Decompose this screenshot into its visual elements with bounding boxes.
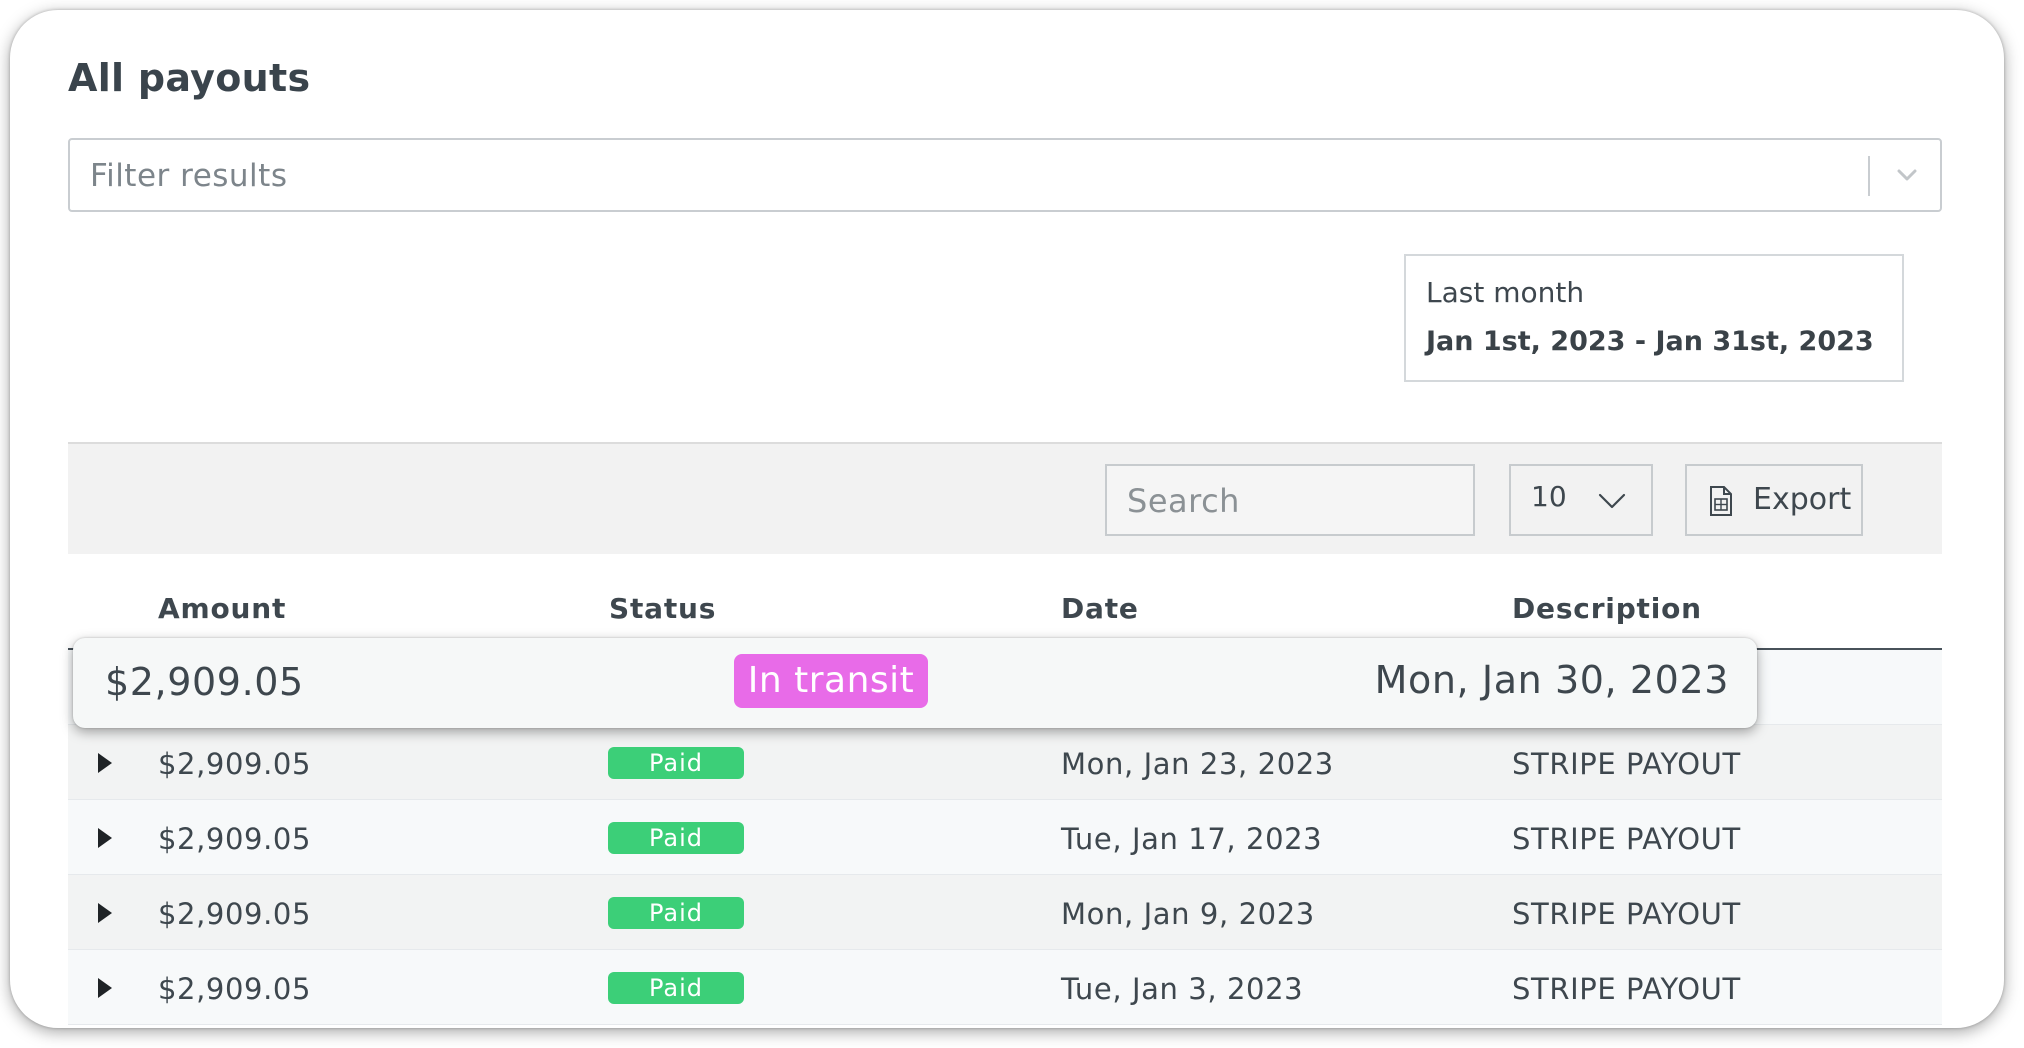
row-date: Tue, Jan 3, 2023 (1061, 972, 1304, 1006)
filter-select[interactable]: Filter results (68, 138, 1942, 212)
row-date: Mon, Jan 9, 2023 (1061, 897, 1315, 931)
status-badge: Paid (608, 897, 744, 929)
caret-right-icon[interactable] (98, 753, 112, 773)
row-amount: $2,909.05 (158, 972, 311, 1006)
export-label: Export (1753, 482, 1852, 517)
spreadsheet-icon (1710, 486, 1732, 516)
column-header-date[interactable]: Date (1061, 592, 1139, 625)
date-range-label: Last month (1426, 276, 1585, 309)
page-size-select[interactable]: 10 (1509, 464, 1653, 536)
status-badge-in-transit: In transit (734, 654, 928, 708)
row-description: STRIPE PAYOUT (1512, 972, 1741, 1006)
highlighted-amount: $2,909.05 (105, 660, 304, 704)
table-toolbar: Search 10 Export (68, 442, 1942, 554)
export-button[interactable]: Export (1685, 464, 1863, 536)
table-row[interactable]: $2,909.05 Paid Mon, Jan 9, 2023 STRIPE P… (68, 875, 1942, 950)
caret-right-icon[interactable] (98, 903, 112, 923)
status-badge: Paid (608, 747, 744, 779)
status-badge: Paid (608, 972, 744, 1004)
table-header: Amount Status Date Description (68, 554, 1942, 650)
row-description: STRIPE PAYOUT (1512, 822, 1741, 856)
row-amount: $2,909.05 (158, 897, 311, 931)
table-row[interactable]: $2,909.05 Paid Tue, Jan 17, 2023 STRIPE … (68, 800, 1942, 875)
column-header-description[interactable]: Description (1512, 592, 1702, 625)
caret-right-icon[interactable] (98, 978, 112, 998)
payouts-card: All payouts Filter results Last month Ja… (10, 10, 2004, 1028)
chevron-down-icon (1598, 493, 1626, 509)
date-range-value: Jan 1st, 2023 - Jan 31st, 2023 (1426, 326, 1874, 357)
page-size-value: 10 (1531, 480, 1567, 513)
table-row[interactable]: $2,909.05 Paid Mon, Jan 23, 2023 STRIPE … (68, 725, 1942, 800)
page-title: All payouts (68, 56, 311, 100)
filter-separator (1868, 156, 1870, 196)
highlighted-payout-row[interactable]: $2,909.05 In transit Mon, Jan 30, 2023 (73, 638, 1757, 728)
column-header-amount[interactable]: Amount (158, 592, 286, 625)
search-input[interactable]: Search (1105, 464, 1475, 536)
caret-right-icon[interactable] (98, 828, 112, 848)
row-amount: $2,909.05 (158, 822, 311, 856)
filter-placeholder: Filter results (90, 158, 288, 194)
date-range-picker[interactable]: Last month Jan 1st, 2023 - Jan 31st, 202… (1404, 254, 1904, 382)
row-description: STRIPE PAYOUT (1512, 897, 1741, 931)
row-amount: $2,909.05 (158, 747, 311, 781)
row-description: STRIPE PAYOUT (1512, 747, 1741, 781)
highlighted-date: Mon, Jan 30, 2023 (1374, 658, 1729, 702)
row-date: Mon, Jan 23, 2023 (1061, 747, 1334, 781)
chevron-down-icon[interactable] (1890, 158, 1924, 192)
column-header-status[interactable]: Status (609, 592, 716, 625)
status-badge: Paid (608, 822, 744, 854)
table-row[interactable]: $2,909.05 Paid Tue, Jan 3, 2023 STRIPE P… (68, 950, 1942, 1025)
row-date: Tue, Jan 17, 2023 (1061, 822, 1323, 856)
